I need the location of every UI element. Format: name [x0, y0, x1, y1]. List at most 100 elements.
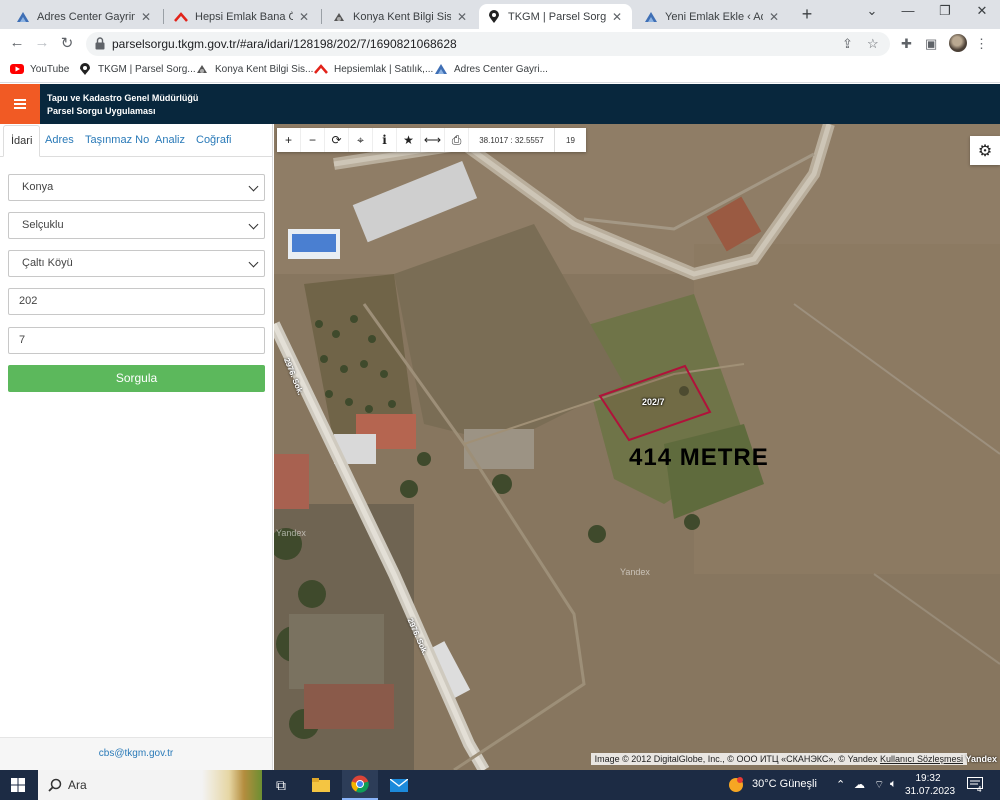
chrome-taskbar-icon[interactable]: [342, 770, 378, 800]
back-icon[interactable]: ←: [8, 34, 26, 51]
bookmark-adres-center[interactable]: Adres Center Gayri...: [434, 63, 548, 75]
clock-time: 19:32: [915, 773, 941, 784]
terms-link[interactable]: Kullanıcı Sözleşmesi: [880, 754, 963, 764]
contact-email-link[interactable]: cbs@tkgm.gov.tr: [0, 748, 272, 759]
bookmark-label: Konya Kent Bilgi Sis...: [215, 63, 314, 75]
browser-tab[interactable]: Konya Kent Bilgi Sistemi ✕: [324, 4, 477, 29]
neighborhood-select[interactable]: Çaltı Köyü: [8, 250, 265, 277]
notification-badge: 4: [977, 785, 982, 794]
close-tab-icon[interactable]: ✕: [767, 10, 781, 24]
attribution-text: Image © 2012 DigitalGlobe, Inc., © ООО И…: [594, 754, 878, 764]
tab-analiz[interactable]: Analiz: [155, 134, 185, 146]
extensions-icon[interactable]: ✚: [901, 36, 912, 52]
refresh-icon[interactable]: ⟳: [325, 128, 349, 152]
minimize-icon[interactable]: —: [898, 3, 918, 18]
tab-tasinmaz-no[interactable]: Taşınmaz No: [85, 134, 149, 146]
favorite-star-icon[interactable]: ★: [397, 128, 421, 152]
measure-icon[interactable]: ⟷: [421, 128, 445, 152]
zoom-out-icon[interactable]: −: [301, 128, 325, 152]
browser-tab[interactable]: Hepsi Emlak Bana Özel ✕: [166, 4, 319, 29]
task-view-icon[interactable]: ⧉: [266, 770, 296, 800]
chevron-down-icon[interactable]: ⌄: [862, 3, 882, 19]
parcel-number-input[interactable]: 7: [8, 327, 265, 354]
parcel-label: 202/7: [642, 397, 665, 407]
menu-icon[interactable]: ⋮: [975, 36, 988, 52]
browser-tab-active[interactable]: TKGM | Parsel Sorgu Uygu ✕: [479, 4, 632, 29]
map-pin-icon: [78, 62, 92, 75]
close-tab-icon[interactable]: ✕: [455, 10, 469, 24]
browser-tabstrip: Adres Center Gayrimenkul ✕ Hepsi Emlak B…: [0, 0, 1000, 29]
windows-start-icon[interactable]: [0, 770, 36, 800]
info-icon[interactable]: i: [373, 128, 397, 152]
bookmark-label: TKGM | Parsel Sorg...: [98, 63, 196, 75]
reload-icon[interactable]: ↻: [58, 34, 76, 52]
taskbar-search[interactable]: Ara: [38, 770, 262, 800]
share-icon[interactable]: ⇪: [842, 36, 853, 52]
os-taskbar: Ara ⧉ 30°C Güneşli ⌃ ☁ ⌔ 🔈︎ 19:32 31.07.…: [0, 770, 1000, 800]
weather-icon[interactable]: [727, 770, 745, 800]
map-view[interactable]: + − ⟳ ⌖ i ★ ⟷ ⎙ 38.1017 : 32.5557 19 ⚙ 2…: [274, 124, 1000, 770]
bookmark-label: Hepsiemlak | Satılık,...: [334, 63, 434, 75]
lock-icon: [95, 37, 105, 50]
tab-title: Yeni Emlak Ekle ‹ Adres Ce: [665, 10, 763, 23]
cloud-icon[interactable]: ☁: [854, 778, 865, 791]
district-select[interactable]: Selçuklu: [8, 212, 265, 239]
print-icon[interactable]: ⎙: [445, 128, 469, 152]
watermark: Yandex: [276, 528, 306, 538]
province-select[interactable]: Konya: [8, 174, 265, 201]
app-title-line1: Tapu ve Kadastro Genel Müdürlüğü: [47, 93, 199, 103]
close-tab-icon[interactable]: ✕: [297, 10, 311, 24]
block-number-input[interactable]: 202: [8, 288, 265, 315]
bookmark-hepsiemlak[interactable]: Hepsiemlak | Satılık,...: [314, 63, 433, 75]
adres-center-icon: [434, 63, 448, 75]
file-explorer-icon[interactable]: [306, 770, 336, 800]
map-toolbar: + − ⟳ ⌖ i ★ ⟷ ⎙ 38.1017 : 32.5557 19: [277, 128, 586, 152]
weather-text[interactable]: 30°C Güneşli: [752, 778, 817, 790]
tab-cografi[interactable]: Coğrafi: [196, 134, 231, 146]
bookmark-star-icon[interactable]: ☆: [867, 36, 879, 52]
bookmarks-bar: YouTube TKGM | Parsel Sorg... Konya Kent…: [0, 58, 1000, 83]
search-placeholder: Ara: [68, 778, 87, 792]
tab-idari[interactable]: İdari: [3, 125, 41, 157]
area-annotation: 414 METRE: [629, 444, 769, 471]
bookmark-label: Adres Center Gayri...: [454, 63, 548, 75]
zoom-in-icon[interactable]: +: [277, 128, 301, 152]
locate-icon[interactable]: ⌖: [349, 128, 373, 152]
window-close-icon[interactable]: ✕: [972, 3, 992, 19]
close-tab-icon[interactable]: ✕: [139, 10, 153, 24]
app-title: Tapu ve Kadastro Genel Müdürlüğü Parsel …: [47, 92, 198, 118]
app-title-line2: Parsel Sorgu Uygulaması: [47, 106, 156, 116]
bookmark-konya-kent[interactable]: Konya Kent Bilgi Sis...: [195, 63, 313, 75]
mail-icon[interactable]: [384, 770, 414, 800]
close-tab-icon[interactable]: ✕: [610, 10, 624, 24]
search-highlight-image: [202, 770, 262, 800]
tab-adres[interactable]: Adres: [45, 134, 74, 146]
profile-avatar[interactable]: [949, 34, 967, 52]
speaker-icon[interactable]: 🔈︎: [890, 778, 897, 791]
map-attribution: Image © 2012 DigitalGlobe, Inc., © ООО И…: [590, 753, 967, 765]
menu-bar: [14, 103, 26, 105]
app-header: Tapu ve Kadastro Genel Müdürlüğü Parsel …: [0, 84, 1000, 124]
bookmark-youtube[interactable]: YouTube: [10, 63, 69, 75]
konya-kent-icon: [332, 10, 346, 24]
chevron-up-icon[interactable]: ⌃: [836, 778, 845, 791]
hepsiemlak-icon: [314, 63, 328, 75]
coordinate-readout: 38.1017 : 32.5557: [469, 128, 555, 152]
query-tabs: İdari Adres Taşınmaz No Analiz Coğrafi: [0, 124, 272, 157]
forward-icon[interactable]: →: [33, 34, 51, 51]
clock-date: 31.07.2023: [905, 786, 956, 797]
hamburger-menu-button[interactable]: [0, 84, 40, 124]
gear-icon[interactable]: ⚙: [970, 136, 1000, 165]
new-tab-button[interactable]: +: [797, 5, 817, 23]
restore-icon[interactable]: ❐: [935, 3, 955, 19]
map-pin-icon: [487, 9, 501, 24]
address-bar[interactable]: parselsorgu.tkgm.gov.tr/#ara/idari/12819…: [86, 32, 890, 56]
bookmark-tkgm[interactable]: TKGM | Parsel Sorg...: [78, 62, 196, 75]
browser-tab[interactable]: Yeni Emlak Ekle ‹ Adres Ce ✕: [636, 4, 789, 29]
tab-title: TKGM | Parsel Sorgu Uygu: [508, 10, 606, 23]
side-panel-icon[interactable]: ▣: [925, 36, 937, 52]
browser-tab[interactable]: Adres Center Gayrimenkul ✕: [8, 4, 161, 29]
wifi-icon[interactable]: ⌔: [874, 778, 884, 792]
query-button[interactable]: Sorgula: [8, 365, 265, 392]
system-clock[interactable]: 19:32 31.07.2023: [905, 772, 956, 798]
